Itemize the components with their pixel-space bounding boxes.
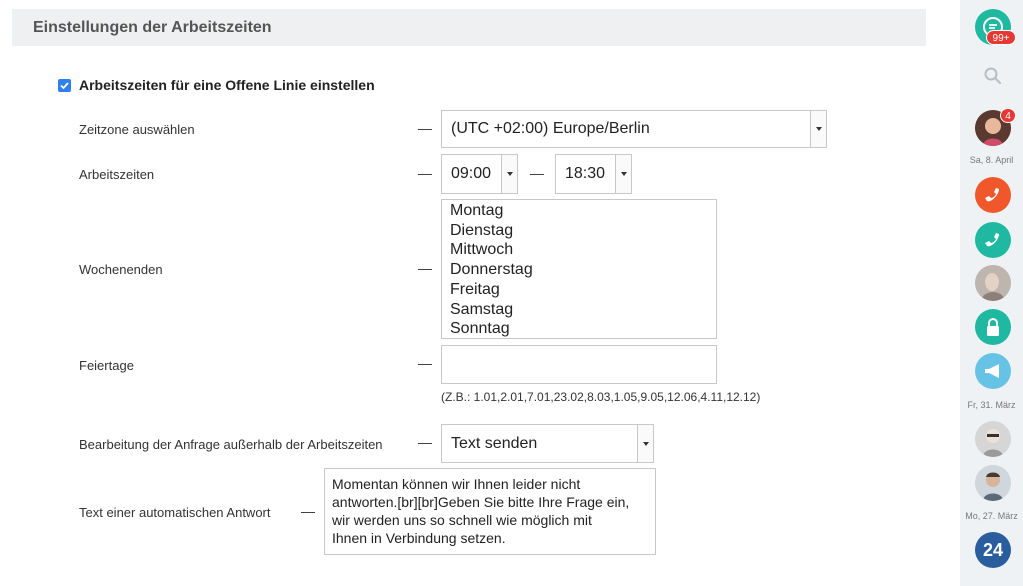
- outside-hours-select[interactable]: Text senden: [441, 424, 654, 463]
- announcement-button[interactable]: [975, 353, 1011, 389]
- auto-reply-label: Text einer automatischen Antwort: [79, 505, 271, 520]
- date-separator: Fr, 31. März: [967, 400, 1016, 410]
- auto-reply-line: antworten.[br][br]Geben Sie bitte Ihre F…: [332, 494, 630, 510]
- lock-button[interactable]: [975, 309, 1011, 345]
- timezone-select[interactable]: (UTC +02:00) Europe/Berlin: [441, 110, 827, 148]
- avatar[interactable]: [975, 265, 1011, 301]
- auto-reply-line: Momentan können wir Ihnen leider nicht: [332, 476, 581, 492]
- megaphone-icon: [985, 364, 999, 378]
- avatar-count-badge: 4: [1000, 108, 1016, 123]
- user-avatar-icon: [975, 421, 1011, 457]
- outside-hours-value: Text senden: [451, 435, 538, 452]
- chat-count-badge: 99+: [986, 30, 1016, 45]
- chevron-down-icon[interactable]: [615, 155, 631, 193]
- weekday-option[interactable]: Montag: [450, 201, 716, 221]
- call-button[interactable]: [975, 222, 1011, 258]
- weekday-option[interactable]: Dienstag: [450, 221, 716, 241]
- auto-reply-line: Ihnen in Verbindung setzen.: [332, 530, 506, 546]
- weekday-option[interactable]: Freitag: [450, 280, 716, 300]
- lock-icon: [987, 318, 999, 336]
- hours-from-value: 09:00: [451, 165, 492, 182]
- check-icon: [60, 82, 69, 90]
- separator-dash: —: [418, 165, 432, 181]
- weekends-label: Wochenenden: [79, 262, 163, 277]
- main-panel: Einstellungen der Arbeitszeiten Arbeitsz…: [0, 0, 940, 586]
- working-hours-checkbox-label[interactable]: Arbeitszeiten für eine Offene Linie eins…: [79, 77, 375, 93]
- timezone-value: (UTC +02:00) Europe/Berlin: [451, 120, 650, 137]
- date-separator: Sa, 8. April: [969, 155, 1014, 165]
- chevron-down-icon[interactable]: [637, 425, 653, 462]
- working-hours-checkbox[interactable]: [58, 79, 71, 92]
- date-separator: Mo, 27. März: [965, 511, 1018, 521]
- hours-from-select[interactable]: 09:00: [441, 154, 518, 194]
- hours-label: Arbeitszeiten: [79, 167, 155, 182]
- search-icon[interactable]: [983, 66, 1003, 86]
- user-avatar-icon: [975, 465, 1011, 501]
- avatar[interactable]: [975, 421, 1011, 457]
- right-sidebar: 99+ 4 Sa, 8. April Fr, 31. März Mo, 27. …: [960, 0, 1023, 586]
- weekday-option[interactable]: Sonntag: [450, 319, 716, 339]
- holidays-input[interactable]: [441, 345, 717, 384]
- separator-dash: —: [418, 120, 432, 136]
- section-title: Einstellungen der Arbeitszeiten: [12, 9, 926, 46]
- weekday-option[interactable]: Mittwoch: [450, 240, 716, 260]
- auto-reply-line: wir werden uns so schnell wie möglich mi…: [332, 512, 592, 528]
- weekday-option[interactable]: Donnerstag: [450, 260, 716, 280]
- avatar[interactable]: [975, 465, 1011, 501]
- bitrix24-logo[interactable]: 24: [975, 532, 1011, 568]
- separator-dash: —: [418, 355, 432, 371]
- auto-reply-textarea[interactable]: Momentan können wir Ihnen leider nicht a…: [324, 468, 656, 555]
- missed-call-button[interactable]: [975, 177, 1011, 213]
- weekends-listbox[interactable]: Montag Dienstag Mittwoch Donnerstag Frei…: [441, 199, 717, 339]
- separator-dash: —: [418, 260, 432, 276]
- timezone-label: Zeitzone auswählen: [79, 122, 195, 137]
- separator-dash: —: [418, 434, 432, 450]
- phone-icon: [985, 188, 999, 202]
- hours-to-value: 18:30: [565, 165, 606, 182]
- separator-dash: —: [301, 503, 315, 519]
- chevron-down-icon[interactable]: [501, 155, 517, 193]
- user-avatar-icon: [975, 265, 1011, 301]
- holidays-hint: (Z.B.: 1.01,2.01,7.01,23.02,8.03,1.05,9.…: [441, 390, 761, 404]
- outside-hours-label: Bearbeitung der Anfrage außerhalb der Ar…: [79, 437, 383, 452]
- chevron-down-icon[interactable]: [810, 111, 826, 147]
- range-dash: —: [530, 165, 544, 181]
- phone-icon: [985, 233, 999, 247]
- weekday-option[interactable]: Samstag: [450, 300, 716, 320]
- hours-to-select[interactable]: 18:30: [555, 154, 632, 194]
- holidays-label: Feiertage: [79, 358, 134, 373]
